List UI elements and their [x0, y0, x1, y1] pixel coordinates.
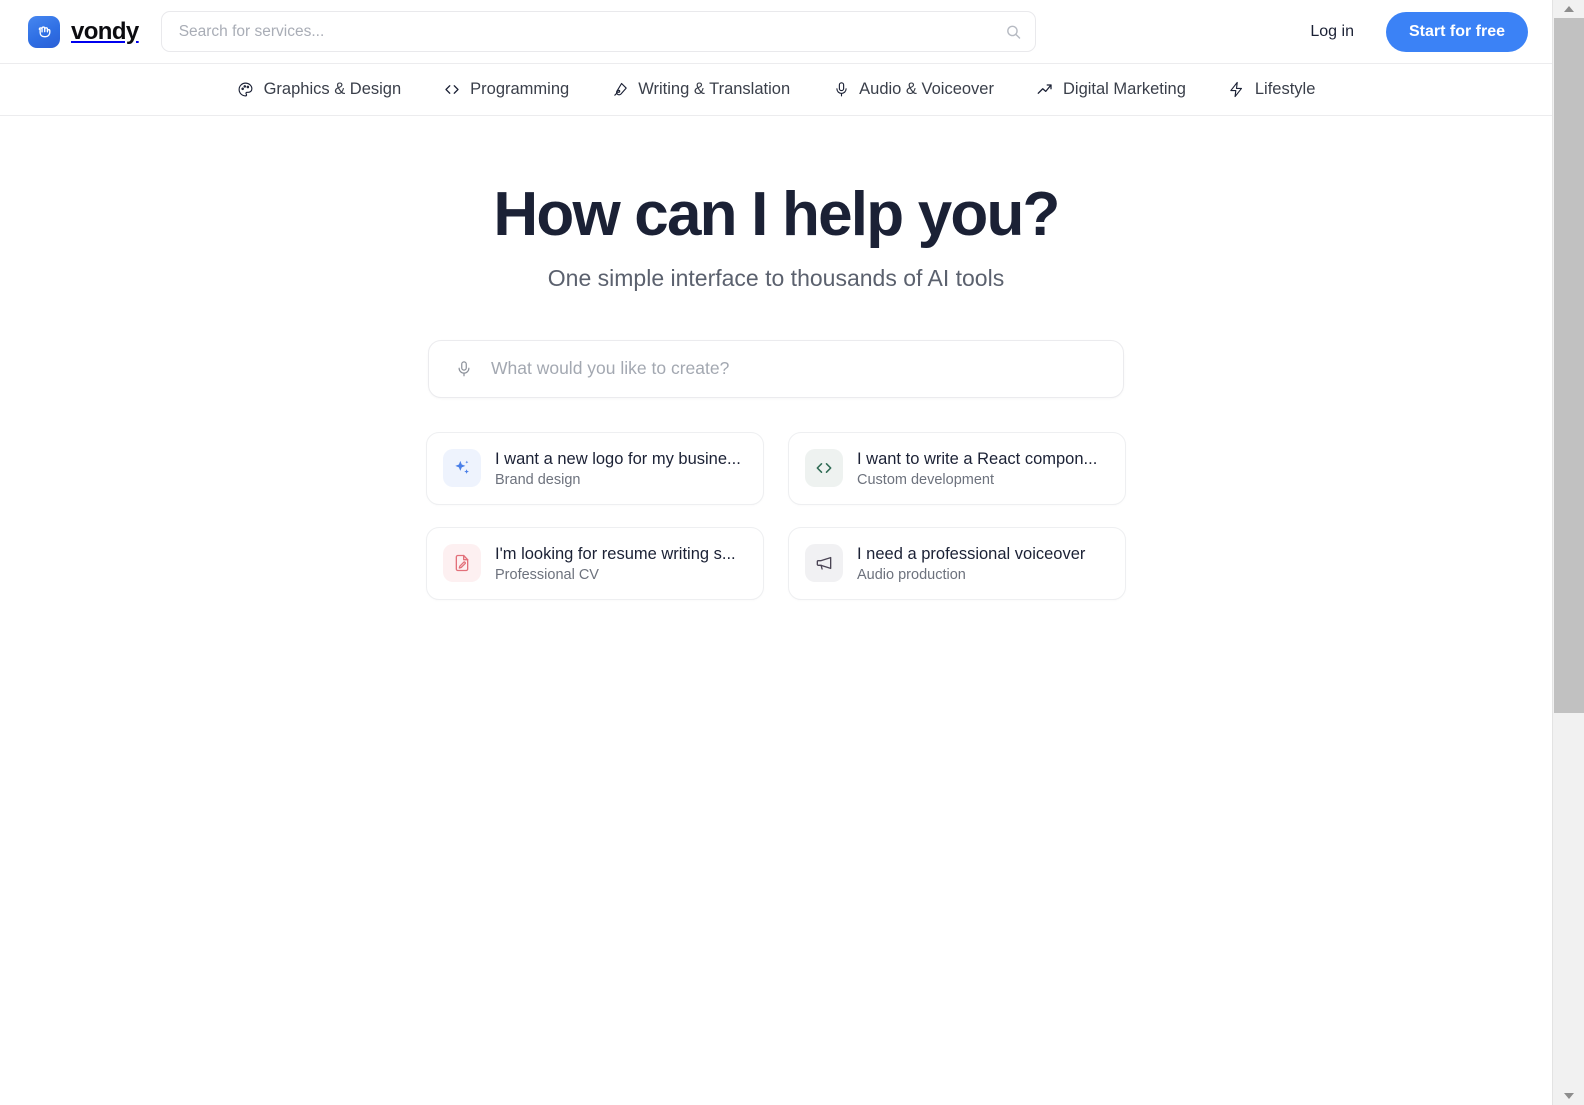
nav-item-lifestyle[interactable]: Lifestyle: [1226, 76, 1318, 103]
card-subtitle: Audio production: [857, 567, 966, 584]
card-title: I want a new logo for my busine...: [495, 449, 741, 468]
nav-item-label: Lifestyle: [1254, 80, 1316, 98]
scroll-up-arrow-icon[interactable]: [1553, 0, 1584, 18]
category-nav: Graphics & Design Programming Writing & …: [0, 64, 1552, 116]
lightning-bolt-icon: [1228, 81, 1246, 99]
card-text: I need a professional voiceover Audio pr…: [857, 544, 1109, 583]
nav-item-label: Audio & Voiceover: [859, 80, 994, 98]
pen-nib-icon: [611, 81, 629, 99]
card-text: I'm looking for resume writing s... Prof…: [495, 544, 747, 583]
card-title: I want to write a React compon...: [857, 449, 1098, 468]
suggestion-card-react[interactable]: I want to write a React compon... Custom…: [788, 431, 1126, 505]
suggestion-cards: I want a new logo for my busine... Brand…: [426, 431, 1126, 600]
login-link[interactable]: Log in: [1300, 17, 1364, 47]
card-text: I want a new logo for my busine... Brand…: [495, 449, 747, 488]
code-brackets-icon: [443, 81, 461, 99]
nav-item-writing-translation[interactable]: Writing & Translation: [609, 76, 792, 103]
search-input[interactable]: [160, 11, 1036, 52]
prompt-section: [428, 339, 1124, 398]
card-subtitle: Custom development: [857, 472, 995, 489]
prompt-box[interactable]: [428, 339, 1124, 398]
nav-item-graphics-design[interactable]: Graphics & Design: [235, 76, 404, 103]
nav-item-label: Graphics & Design: [263, 80, 402, 98]
nav-item-label: Programming: [470, 80, 570, 98]
nav-item-label: Writing & Translation: [638, 80, 791, 98]
suggestion-card-resume[interactable]: I'm looking for resume writing s... Prof…: [426, 526, 764, 600]
page-subtitle: One simple interface to thousands of AI …: [547, 264, 1005, 291]
vertical-scrollbar[interactable]: [1552, 0, 1584, 1105]
hero-section: How can I help you? One simple interface…: [0, 180, 1552, 292]
top-header: vondy Log in Start for free: [0, 0, 1552, 64]
scrollbar-thumb[interactable]: [1554, 18, 1584, 713]
palette-icon: [237, 81, 255, 99]
microphone-icon[interactable]: [455, 360, 473, 378]
prompt-input[interactable]: [473, 340, 1123, 397]
card-subtitle: Professional CV: [495, 567, 599, 584]
trending-up-icon: [1036, 81, 1054, 99]
sparkles-icon: [443, 449, 481, 488]
suggestion-card-logo[interactable]: I want a new logo for my busine... Brand…: [426, 431, 764, 505]
card-title: I need a professional voiceover: [857, 544, 1086, 563]
nav-item-label: Digital Marketing: [1062, 80, 1186, 98]
service-search: [160, 11, 1036, 52]
brand-name: vondy: [71, 17, 139, 45]
card-subtitle: Brand design: [495, 472, 581, 489]
suggestion-card-voiceover[interactable]: I need a professional voiceover Audio pr…: [788, 526, 1126, 600]
nav-item-programming[interactable]: Programming: [441, 76, 571, 103]
document-edit-icon: [443, 544, 481, 583]
nav-item-audio-voiceover[interactable]: Audio & Voiceover: [830, 76, 996, 103]
megaphone-icon: [805, 544, 843, 583]
brand-logo[interactable]: vondy: [28, 15, 139, 48]
page-title: How can I help you?: [493, 180, 1060, 249]
start-for-free-button[interactable]: Start for free: [1385, 11, 1528, 52]
scroll-down-arrow-icon[interactable]: [1553, 1087, 1584, 1105]
shaka-hand-icon: [28, 15, 60, 48]
microphone-icon: [832, 81, 850, 99]
card-title: I'm looking for resume writing s...: [495, 544, 736, 563]
main-content: How can I help you? One simple interface…: [0, 116, 1552, 600]
code-brackets-icon: [805, 449, 843, 488]
page-viewport: vondy Log in Start for free Gra: [0, 0, 1552, 1105]
nav-item-digital-marketing[interactable]: Digital Marketing: [1034, 76, 1188, 103]
card-text: I want to write a React compon... Custom…: [857, 449, 1109, 488]
